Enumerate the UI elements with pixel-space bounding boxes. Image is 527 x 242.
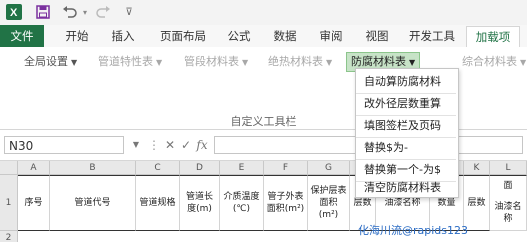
- header-cell[interactable]: 管道代号: [50, 175, 136, 231]
- header-cell[interactable]: 介质温度(℃): [220, 175, 264, 231]
- tab-file[interactable]: 文件: [0, 25, 44, 47]
- row-header[interactable]: 1: [0, 175, 18, 231]
- header-cell[interactable]: 油漆名称: [490, 195, 527, 231]
- column-header[interactable]: C: [136, 161, 180, 175]
- redo-icon[interactable]: [94, 3, 112, 21]
- name-box-dropdown-icon[interactable]: ▼: [128, 136, 144, 154]
- menu-divider: [356, 159, 456, 160]
- insulation-material-label: 绝热材料表: [268, 55, 323, 68]
- pipe-material-label: 管段材料表: [184, 55, 239, 68]
- column-header[interactable]: G: [308, 161, 350, 175]
- menu-divider: [356, 137, 456, 138]
- tab-data[interactable]: 数据: [266, 27, 304, 45]
- undo-icon[interactable]: [60, 3, 80, 21]
- insert-function-icon[interactable]: fx: [194, 136, 210, 154]
- anticorrosion-dropdown-menu: 自动算防腐材料 改外径层数重算 填图签栏及页码 替换$为- 替换第一个-为$ 清…: [355, 68, 459, 198]
- tab-developer[interactable]: 开发工具: [404, 27, 460, 45]
- chevron-down-icon: ▼: [520, 58, 527, 67]
- header-cell[interactable]: 管道长度(m): [180, 175, 220, 231]
- pipe-props-button[interactable]: 管道特性表 ▼: [98, 53, 162, 71]
- tab-view[interactable]: 视图: [358, 27, 396, 45]
- insulation-material-button[interactable]: 绝热材料表 ▼: [268, 53, 332, 71]
- menu-item-clear-table[interactable]: 清空防腐材料表: [356, 179, 456, 197]
- excel-logo-icon: X: [6, 3, 22, 21]
- menu-divider: [356, 93, 456, 94]
- chevron-down-icon: ▼: [71, 58, 78, 67]
- save-icon[interactable]: [34, 3, 52, 21]
- menu-item-replace-first-dash[interactable]: 替换第一个-为$: [356, 161, 456, 179]
- tab-review[interactable]: 审阅: [312, 27, 350, 45]
- combined-material-button[interactable]: 综合材料表 ▼: [462, 53, 526, 71]
- undo-dropdown-icon[interactable]: ▾: [80, 3, 90, 21]
- ribbon-tab-bar: 文件 开始 插入 页面布局 公式 数据 审阅 视图 开发工具 加载项: [0, 25, 527, 49]
- quick-access-toolbar: X ▾ ⊽: [0, 0, 527, 25]
- combined-material-label: 综合材料表: [462, 55, 517, 68]
- menu-item-replace-dollar[interactable]: 替换$为-: [356, 139, 456, 157]
- menu-divider: [356, 115, 456, 116]
- column-header[interactable]: B: [50, 161, 136, 175]
- tab-insert[interactable]: 插入: [104, 27, 142, 45]
- tab-home[interactable]: 开始: [58, 27, 96, 45]
- column-header[interactable]: L: [490, 161, 527, 175]
- column-header[interactable]: A: [18, 161, 50, 175]
- global-settings-label: 全局设置: [24, 55, 68, 68]
- column-header[interactable]: F: [264, 161, 308, 175]
- vertical-dots-icon[interactable]: ⋮: [146, 136, 162, 154]
- column-header[interactable]: E: [220, 161, 264, 175]
- tab-page-layout[interactable]: 页面布局: [152, 27, 214, 45]
- header-cell[interactable]: 保护层表面积(m²): [308, 175, 350, 231]
- name-box[interactable]: N30: [4, 136, 124, 154]
- select-all-corner[interactable]: [0, 161, 18, 175]
- pipe-material-button[interactable]: 管段材料表 ▼: [184, 53, 248, 71]
- menu-item-auto-calc[interactable]: 自动算防腐材料: [356, 73, 456, 91]
- row-header[interactable]: 2: [0, 231, 18, 242]
- header-cell[interactable]: 序号: [18, 175, 50, 231]
- customize-qat-icon[interactable]: ⊽: [122, 3, 136, 21]
- chevron-down-icon: ▼: [326, 58, 333, 67]
- cancel-icon[interactable]: ✕: [162, 136, 178, 154]
- chevron-down-icon: ▼: [156, 58, 163, 67]
- header-cell-label: 面: [503, 181, 513, 191]
- watermark-text: 化海川流@rapids123: [358, 224, 469, 237]
- menu-item-recalc-diameter[interactable]: 改外径层数重算: [356, 95, 456, 113]
- tab-addins[interactable]: 加载项: [466, 26, 520, 49]
- enter-icon[interactable]: ✓: [178, 136, 194, 154]
- header-cell[interactable]: 管子外表面积(m²): [264, 175, 308, 231]
- column-header[interactable]: D: [180, 161, 220, 175]
- chevron-down-icon: ▼: [409, 58, 416, 67]
- global-settings-button[interactable]: 全局设置 ▼: [24, 53, 77, 71]
- header-cell[interactable]: 管道规格: [136, 175, 180, 231]
- menu-item-fill-titleblock[interactable]: 填图签栏及页码: [356, 117, 456, 135]
- column-header[interactable]: K: [464, 161, 490, 175]
- pipe-props-label: 管道特性表: [98, 55, 153, 68]
- tab-formulas[interactable]: 公式: [220, 27, 258, 45]
- svg-text:X: X: [10, 7, 18, 19]
- chevron-down-icon: ▼: [242, 58, 249, 67]
- anticorrosion-material-label: 防腐材料表: [351, 55, 406, 68]
